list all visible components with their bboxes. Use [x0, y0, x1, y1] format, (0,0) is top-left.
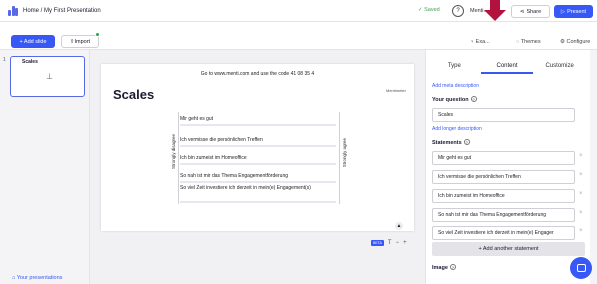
statements-label: Statements? — [432, 139, 470, 146]
strongly-disagree-label: Strongly disagree — [171, 134, 176, 170]
tab-customize[interactable]: Customize — [533, 58, 586, 74]
statement-input[interactable]: Ich vermisse die persönlichen Treffen — [432, 170, 575, 184]
statement-input[interactable]: Mir geht es gut — [432, 151, 575, 165]
top-bar: Home / My First Presentation — [0, 0, 597, 22]
zoom-in-button[interactable]: + — [403, 240, 407, 246]
help-icon[interactable]: ? — [452, 5, 464, 17]
mentimeter-logo-icon[interactable] — [8, 5, 18, 16]
collapse-icon[interactable]: ▲ — [395, 222, 403, 230]
scale-statement: Mir geht es gut — [180, 116, 214, 122]
add-statement-button[interactable]: + Add another statement — [432, 242, 585, 256]
scale-bar — [180, 181, 336, 183]
zoom-out-button[interactable]: − — [396, 240, 400, 246]
panel-tabs: Type Content Customize — [428, 58, 586, 74]
scale-bar — [180, 163, 336, 165]
scale-statement: Ich vermisse die persönlichen Treffen — [180, 137, 263, 143]
your-presentations-link[interactable]: ⌂ Your presentations — [12, 275, 62, 281]
scale-statement: So nah ist mir das Thema Engagementförde… — [180, 173, 289, 179]
tab-content[interactable]: Content — [480, 58, 534, 74]
close-icon[interactable]: × — [579, 172, 583, 178]
slide-thumbnail-title: Scales — [22, 59, 38, 65]
text-size-controls: BETA T − + — [371, 240, 407, 246]
play-icon: ▷ — [560, 8, 566, 15]
statement-input[interactable]: So nah ist mir das Thema Engagementförde… — [432, 208, 575, 222]
mentimeter-brand: Mentimeter — [385, 88, 406, 93]
scale-right-line — [339, 112, 340, 204]
chat-icon — [576, 264, 586, 272]
present-button[interactable]: ▷ Present — [554, 5, 593, 18]
beta-badge: BETA — [371, 240, 384, 246]
examples-button[interactable]: ♀ Exa... — [470, 39, 490, 45]
gear-icon: ⚙ — [560, 39, 565, 45]
menti-code-text: Go to www.menti.com and use the code 41 … — [200, 71, 315, 77]
palette-icon: ◌ — [516, 39, 520, 45]
statement-input[interactable]: So viel Zeit investiere ich derzeit in m… — [432, 226, 575, 240]
saved-status: ✓ Saved — [418, 7, 440, 13]
themes-button[interactable]: ◌ Themes — [516, 39, 541, 45]
image-label: Image? — [432, 264, 456, 271]
help-icon[interactable]: ? — [463, 139, 470, 145]
add-longer-description-link[interactable]: Add longer description — [432, 126, 482, 132]
slide-title: Scales — [113, 87, 155, 102]
help-icon[interactable]: ? — [449, 264, 456, 270]
configure-button[interactable]: ⚙ Configure — [560, 39, 590, 45]
statement-input[interactable]: Ich bin zumeist im Homeoffice — [432, 189, 575, 203]
chat-support-button[interactable] — [570, 257, 592, 279]
help-icon[interactable]: ? — [470, 96, 477, 102]
slide-number: 1 — [3, 57, 6, 63]
scales-icon: ⊥ — [46, 72, 53, 81]
panel-scrollbar[interactable] — [590, 50, 597, 284]
notification-dot — [95, 32, 100, 37]
close-icon[interactable]: × — [579, 153, 583, 159]
scale-statements: Mir geht es gut Ich vermisse die persönl… — [180, 112, 338, 204]
lightbulb-icon: ♀ — [470, 39, 475, 45]
import-button[interactable]: ⇧ Import — [61, 35, 99, 48]
strongly-agree-label: Strongly agree — [342, 138, 347, 168]
tab-type[interactable]: Type — [428, 58, 481, 74]
scale-statement: Ich bin zumeist im Homeoffice — [180, 155, 247, 161]
share-icon: ⋖ — [519, 8, 525, 15]
share-button[interactable]: ⋖ Share — [511, 5, 550, 18]
scale-left-line — [178, 112, 179, 204]
close-icon[interactable]: × — [579, 228, 583, 234]
scale-bar — [180, 124, 336, 126]
scale-bar — [180, 145, 336, 147]
scale-statement: So viel Zeit investiere ich derzeit in m… — [180, 185, 311, 191]
question-input[interactable]: Scales — [432, 108, 575, 122]
add-meta-description-link[interactable]: Add meta description — [432, 83, 479, 89]
add-slide-button[interactable]: + Add slide — [11, 35, 55, 48]
breadcrumb[interactable]: Home / My First Presentation — [23, 8, 101, 14]
close-icon[interactable]: × — [579, 210, 583, 216]
close-icon[interactable]: × — [579, 191, 583, 197]
your-question-label: Your question? — [432, 96, 477, 103]
slide-preview[interactable]: Go to www.menti.com and use the code 41 … — [101, 64, 414, 231]
scale-bar — [180, 201, 336, 203]
lock-icon: ⌂ — [12, 275, 16, 281]
text-size-icon[interactable]: T — [388, 240, 392, 246]
